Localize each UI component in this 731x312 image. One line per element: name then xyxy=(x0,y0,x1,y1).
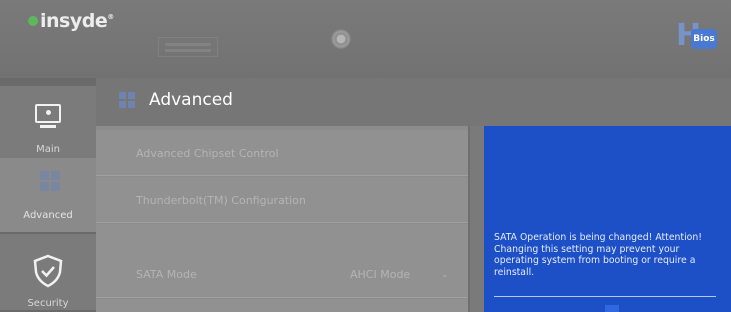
logo-text: insyde xyxy=(40,10,108,32)
scroll-indicator[interactable] xyxy=(605,305,619,312)
chevron-down-icon[interactable]: ⌄ xyxy=(441,270,449,280)
sidebar-item-label: Main xyxy=(36,144,60,155)
bios-badge: Bios xyxy=(691,29,717,49)
sidebar-item-label: Advanced xyxy=(23,210,73,221)
logo-dot-icon xyxy=(28,16,38,26)
insyde-logo: insyde® xyxy=(28,10,114,32)
setting-row-chipset[interactable]: Advanced Chipset Control xyxy=(96,130,468,176)
sidebar-item-security[interactable]: Security xyxy=(0,234,96,310)
help-divider xyxy=(494,296,716,297)
settings-list: Advanced Chipset Control Thunderbolt(TM)… xyxy=(96,126,468,312)
monitor-stand xyxy=(40,125,56,128)
shield-icon xyxy=(33,254,63,288)
setting-row-thunderbolt[interactable]: Thunderbolt(TM) Configuration xyxy=(96,177,468,223)
setting-row-sata-mode[interactable]: SATA Mode AHCI Mode ⌄ xyxy=(96,251,468,298)
sidebar-item-main[interactable]: Main xyxy=(0,86,96,162)
help-text: SATA Operation is being changed! Attenti… xyxy=(494,232,702,278)
setting-label: Advanced Chipset Control xyxy=(136,147,279,160)
hbios-logo: H Bios xyxy=(676,18,720,54)
setting-label: Thunderbolt(TM) Configuration xyxy=(136,194,306,207)
monitor-icon xyxy=(35,104,61,123)
setting-row-next xyxy=(96,299,468,312)
power-icon[interactable] xyxy=(331,29,351,49)
help-panel: SATA Operation is being changed! Attenti… xyxy=(484,126,731,312)
divider xyxy=(470,126,484,312)
sidebar: Main Advanced Security xyxy=(0,78,96,312)
advanced-tab-icon xyxy=(119,92,135,108)
top-bar: insyde® H Bios xyxy=(0,0,731,78)
setting-label: SATA Mode xyxy=(136,268,197,281)
logo-trademark: ® xyxy=(107,13,114,21)
page-title: Advanced xyxy=(149,90,233,110)
sidebar-item-label: Security xyxy=(27,298,69,309)
advanced-icon xyxy=(40,171,60,191)
sidebar-item-advanced[interactable]: Advanced xyxy=(0,158,96,232)
ghost-window-icon xyxy=(158,37,218,57)
sata-mode-value[interactable]: AHCI Mode xyxy=(350,268,410,281)
